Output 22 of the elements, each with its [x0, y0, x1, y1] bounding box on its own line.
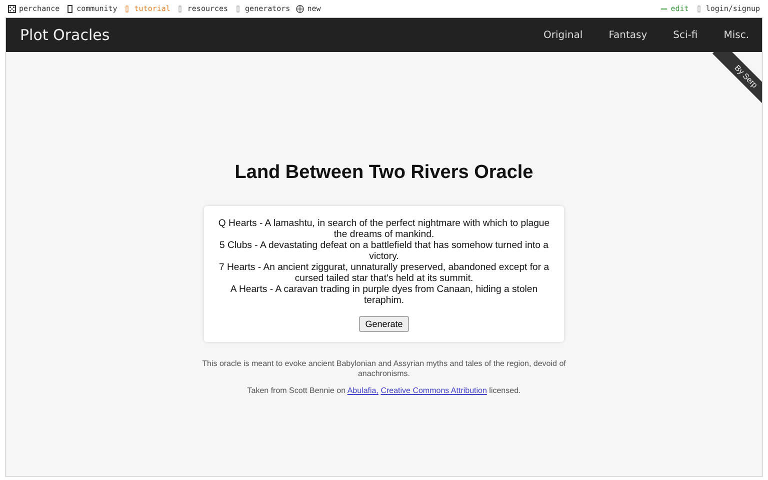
description-text: This oracle is meant to evoke ancient Babylonian and Assyrian myths and tales of the region, devoid of anachronisms.: [201, 359, 567, 378]
oracle-result: Q Hearts - A lamashtu, in search of the perfect nightmare with which to plague the dreams of mankind.: [217, 218, 551, 240]
nav-link[interactable]: Original: [530, 30, 596, 40]
nav-link[interactable]: Sci-fi: [660, 30, 711, 40]
page-heading: Land Between Two Rivers Oracle: [234, 162, 534, 184]
oracle-result: 7 Hearts - An ancient ziggurat, unnaturally preserved, abandoned except for a cursed tailed star that's held at its summit.: [218, 262, 550, 284]
site-title: Plot Oracles: [20, 26, 110, 44]
generate-button[interactable]: Generate: [359, 316, 409, 332]
nav-link[interactable]: Misc.: [710, 30, 762, 40]
credits-text: Taken from Scott Bennie on Abulafia, Creative Commons Attribution licensed.: [247, 386, 521, 395]
oracle-result: 5 Clubs - A devastating defeat on a battlefield that has somehow turned into a victory.: [218, 240, 550, 262]
box-icon: [234, 4, 242, 12]
credit-link[interactable]: Abulafia,: [347, 386, 378, 395]
nav-link[interactable]: Fantasy: [596, 30, 660, 40]
dice-icon: [8, 4, 16, 12]
globe-icon: [296, 4, 304, 12]
box-icon: [694, 4, 703, 12]
box-icon: [66, 4, 74, 12]
box-icon: [176, 4, 184, 12]
oracle-result: A Hearts - A caravan trading in purple dyes from Canaan, hiding a stolen teraphim.: [229, 284, 539, 306]
box-icon: [123, 4, 132, 12]
credit-link[interactable]: Creative Commons Attribution: [380, 386, 487, 395]
